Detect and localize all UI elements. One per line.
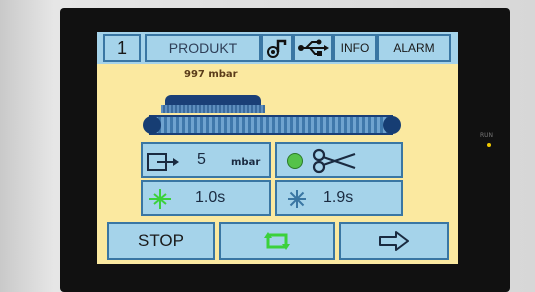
scissors-icon xyxy=(312,148,356,174)
cut-setting-button[interactable] xyxy=(275,142,403,178)
vacuum-value: 5 xyxy=(197,151,206,168)
sealing-time-icon xyxy=(149,189,171,209)
cool-time-value: 1.9s xyxy=(323,189,354,206)
sealing-bar xyxy=(165,95,261,105)
left-roller xyxy=(143,116,161,134)
info-button[interactable]: INFO xyxy=(333,34,377,62)
seal-time-value: 1.0s xyxy=(195,189,226,206)
next-button[interactable] xyxy=(339,222,449,260)
vacuum-setting-button[interactable]: 5 mbar xyxy=(141,142,271,178)
program-number-button[interactable]: 1 xyxy=(103,34,141,62)
status-indicator xyxy=(287,153,303,169)
hmi-screen: 1 PRODUKT INFO ALARM 997 mbar 5 mbar 1.0… xyxy=(97,32,458,264)
pressure-readout: 997 mbar xyxy=(184,69,238,80)
run-label: RUN xyxy=(480,132,494,139)
run-led xyxy=(487,143,491,147)
cooling-snowflake-icon xyxy=(288,190,306,208)
usb-button[interactable] xyxy=(293,34,333,62)
cool-time-button[interactable]: 1.9s xyxy=(275,180,403,216)
right-roller xyxy=(383,116,401,134)
cycle-button[interactable] xyxy=(219,222,335,260)
arrow-exit-icon xyxy=(147,153,179,171)
vacuum-unit: mbar xyxy=(231,157,261,168)
conveyor-belt xyxy=(149,115,393,135)
product-button[interactable]: PRODUKT xyxy=(145,34,261,62)
alarm-button[interactable]: ALARM xyxy=(377,34,451,62)
sealing-plate xyxy=(161,105,265,113)
usb-icon xyxy=(298,39,329,56)
sound-button[interactable] xyxy=(261,34,293,62)
stop-button[interactable]: STOP xyxy=(107,222,215,260)
seal-time-button[interactable]: 1.0s xyxy=(141,180,271,216)
speaker-music-icon xyxy=(267,39,287,58)
arrow-right-icon xyxy=(379,231,409,251)
cycle-icon xyxy=(264,232,290,250)
